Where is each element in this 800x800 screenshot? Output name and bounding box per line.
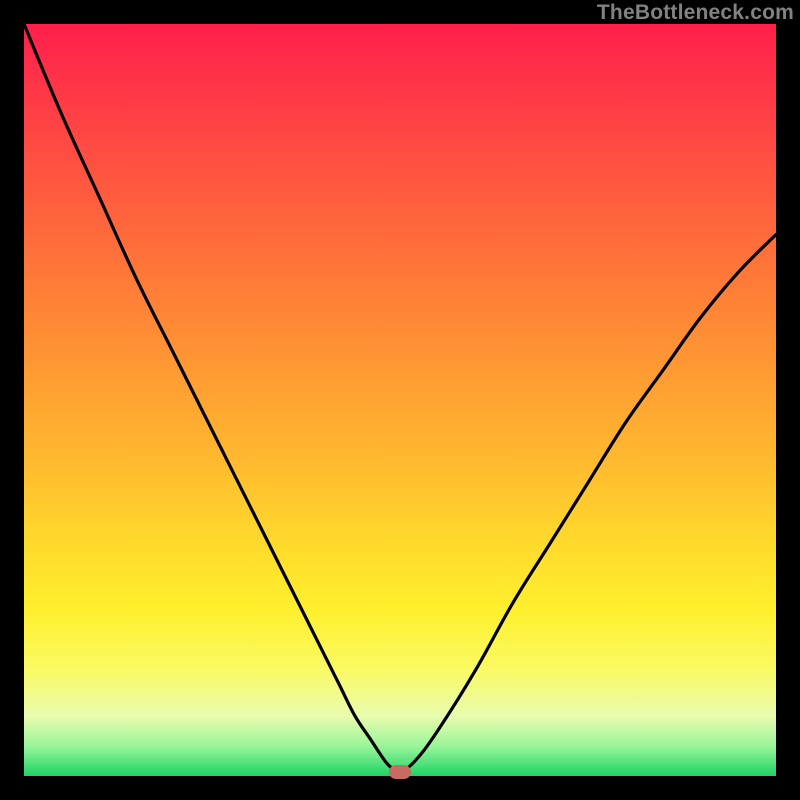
watermark-label: TheBottleneck.com bbox=[597, 1, 794, 25]
curve-path bbox=[24, 24, 776, 773]
bottleneck-curve bbox=[24, 24, 776, 776]
min-marker-dot bbox=[389, 765, 411, 779]
chart-frame: TheBottleneck.com bbox=[0, 0, 800, 800]
plot-area bbox=[24, 24, 776, 776]
